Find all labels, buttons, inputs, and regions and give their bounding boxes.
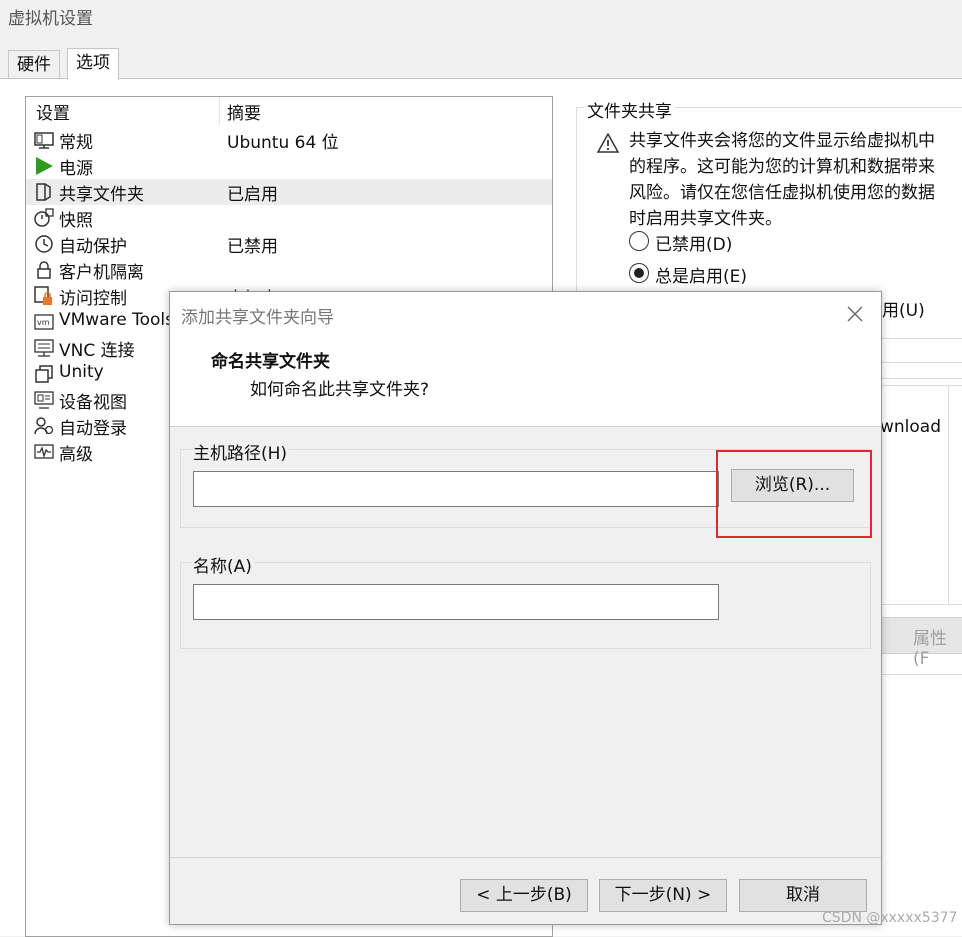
monitor-icon: [34, 132, 54, 149]
unity-icon: [35, 365, 53, 383]
host-path-input[interactable]: [193, 471, 719, 507]
radio-always-enabled-label[interactable]: 总是启用(E): [655, 262, 747, 287]
advanced-icon: [34, 444, 54, 459]
properties-button[interactable]: 属性(F: [880, 617, 962, 669]
wizard-header: 添加共享文件夹向导 命名共享文件夹 如何命名此共享文件夹?: [170, 292, 881, 427]
column-header-setting[interactable]: 设置: [36, 99, 70, 124]
list-item-label: VNC 连接: [59, 341, 135, 361]
close-icon[interactable]: [845, 304, 865, 324]
lock-icon: [37, 261, 51, 279]
list-item-summary: 已禁用: [227, 237, 278, 257]
device-view-icon: [34, 391, 54, 409]
svg-text:vm: vm: [37, 318, 50, 327]
wizard-title: 添加共享文件夹向导: [181, 308, 334, 328]
folder-path-partial[interactable]: wnload: [880, 417, 941, 437]
shared-folders-group-title: 文件夹共享: [584, 97, 675, 122]
list-item-label: 客户机隔离: [59, 263, 144, 283]
cancel-button[interactable]: 取消: [739, 879, 867, 912]
radio-disabled-label[interactable]: 已禁用(D): [655, 230, 732, 255]
list-item-label: 自动登录: [59, 419, 127, 439]
column-header-summary[interactable]: 摘要: [227, 99, 261, 124]
back-button[interactable]: < 上一步(B): [460, 879, 588, 912]
list-item-power[interactable]: 电源: [26, 153, 552, 179]
list-item-general[interactable]: 常规 Ubuntu 64 位: [26, 127, 552, 153]
next-button[interactable]: 下一步(N) >: [599, 879, 727, 912]
folders-header-bottom: [880, 385, 962, 386]
list-item-label: VMware Tools: [59, 310, 174, 330]
access-control-icon: [34, 286, 52, 305]
radio-until-poweroff-label[interactable]: 用(U): [882, 296, 925, 321]
vmware-tools-icon: vm: [34, 314, 54, 330]
radio-disabled[interactable]: [629, 231, 649, 251]
list-item-summary: Ubuntu 64 位: [227, 133, 339, 153]
list-item-guest-isolation[interactable]: 客户机隔离: [26, 257, 552, 283]
name-label: 名称(A): [191, 552, 254, 577]
shared-folders-warning: 共享文件夹会将您的文件显示给虚拟机中的程序。这可能为您的计算机和数据带来风险。请…: [629, 131, 935, 229]
column-divider[interactable]: [219, 97, 220, 125]
shared-folder-icon: [36, 183, 51, 201]
browse-highlight-box: [716, 450, 872, 538]
wizard-heading: 命名共享文件夹: [211, 352, 330, 372]
wizard-subheading: 如何命名此共享文件夹?: [250, 380, 430, 400]
group-bottom-line: [880, 674, 962, 675]
list-item-label: 常规: [59, 133, 93, 153]
list-item-label: 共享文件夹: [59, 185, 144, 205]
list-item-label: 快照: [59, 211, 93, 231]
tab-options[interactable]: 选项: [67, 48, 119, 80]
folders-list-bottom: [880, 604, 962, 605]
list-item-label: 自动保护: [59, 237, 127, 257]
list-item-shared-folders[interactable]: 共享文件夹 已启用: [26, 179, 552, 205]
properties-button-label: 属性(F: [913, 629, 947, 669]
radio-always-enabled[interactable]: [629, 263, 649, 283]
list-item-label: 设备视图: [59, 393, 127, 413]
list-item-label: 访问控制: [59, 289, 127, 309]
folders-column-divider: [948, 385, 949, 605]
autologin-icon: [34, 417, 54, 435]
list-item-summary: 已启用: [227, 185, 278, 205]
wizard-footer-separator: [170, 857, 881, 858]
tab-hardware[interactable]: 硬件: [8, 50, 60, 79]
window-title: 虚拟机设置: [8, 9, 93, 29]
list-item-label: 电源: [59, 159, 93, 179]
power-play-icon: [36, 157, 53, 175]
name-input[interactable]: [193, 584, 719, 620]
list-item-autoprotect[interactable]: 自动保护 已禁用: [26, 231, 552, 257]
warning-icon: [597, 133, 619, 153]
list-item-label: Unity: [59, 362, 104, 382]
list-item-snapshot[interactable]: 快照: [26, 205, 552, 231]
host-path-label: 主机路径(H): [191, 439, 290, 464]
snapshot-icon: [34, 208, 54, 227]
folders-header-line: [880, 362, 962, 363]
add-shared-folder-wizard: 添加共享文件夹向导 命名共享文件夹 如何命名此共享文件夹? 主机路径(H) 浏览…: [169, 291, 882, 925]
list-item-label: 高级: [59, 445, 93, 465]
folders-divider: [880, 338, 962, 339]
tab-strip: 硬件 选项: [0, 48, 962, 80]
autoprotect-icon: [35, 235, 53, 253]
watermark: CSDN @xxxxx5377: [822, 910, 958, 926]
vnc-icon: [34, 339, 54, 357]
